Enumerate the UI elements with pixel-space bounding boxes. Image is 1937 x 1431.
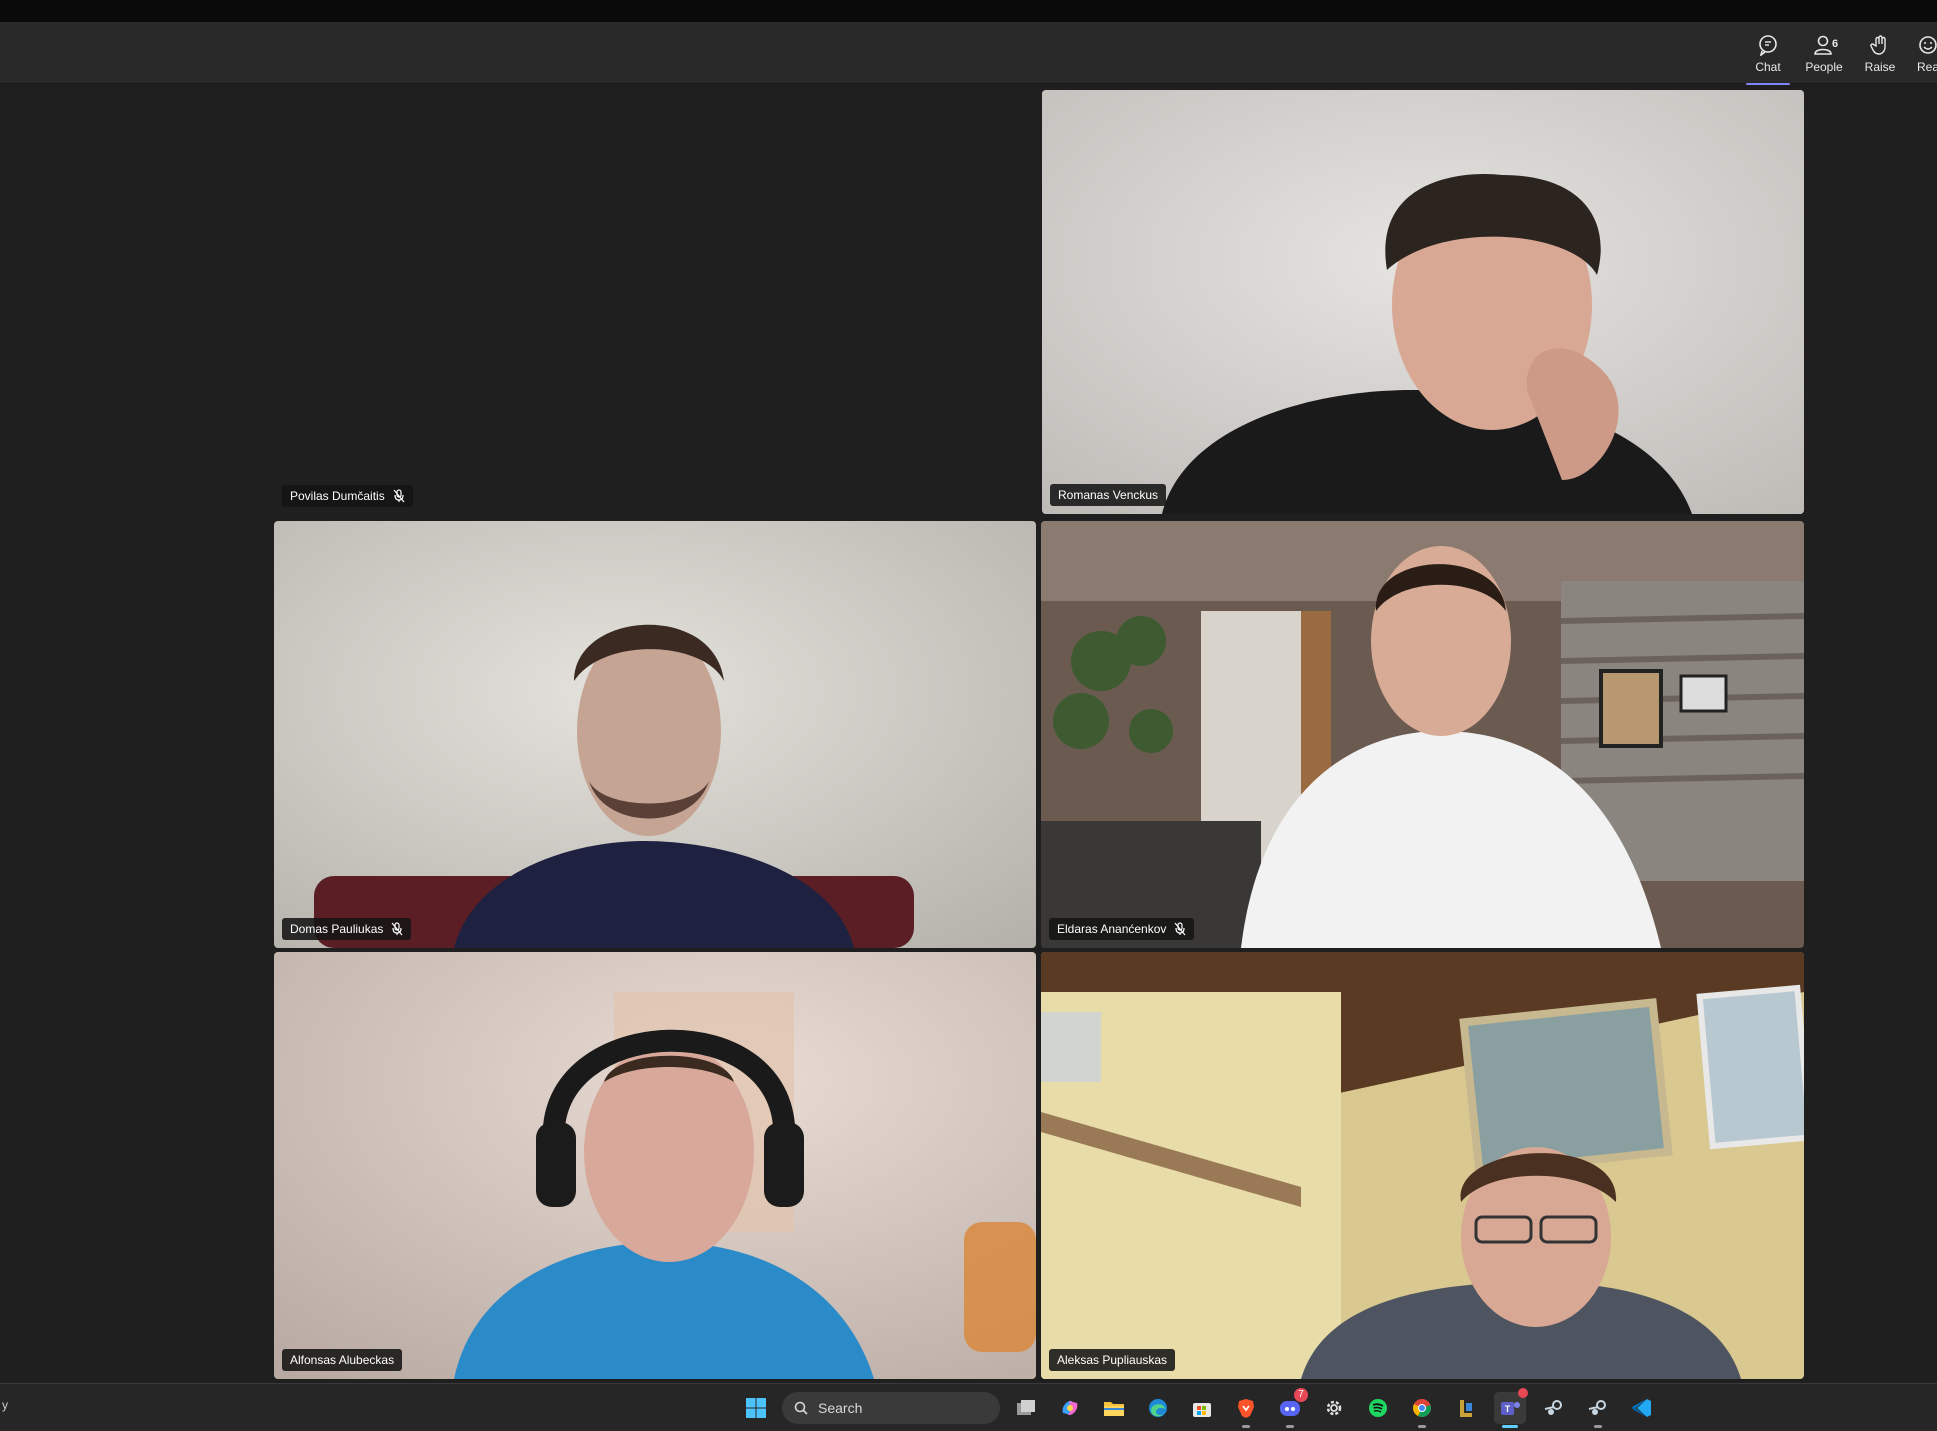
copilot-icon [1062,1400,1078,1416]
raise-label: Raise [1864,60,1896,74]
react-button[interactable]: Rea [1908,32,1937,82]
video-feed [1041,521,1804,948]
task-view-icon [1017,1400,1035,1415]
steam-button[interactable] [1538,1392,1570,1424]
brave-icon [1238,1399,1254,1418]
spotify-button[interactable] [1362,1392,1394,1424]
mic-off-icon [1174,922,1186,936]
discord-button[interactable]: 7 [1274,1388,1308,1428]
windows-taskbar: y Search 7 T [0,1383,1937,1431]
window-top-strip [0,0,1937,22]
gear-icon [1326,1400,1342,1416]
participant-nameplate: Aleksas Pupliauskas [1049,1349,1176,1371]
participant-tile[interactable]: Alfonsas Alubeckas [274,952,1036,1379]
app-icon [1460,1400,1472,1417]
react-icon [1919,36,1937,54]
participant-tile-active[interactable]: Romanas Venckus [1042,90,1804,514]
participant-nameplate: Alfonsas Alubeckas [282,1349,403,1371]
folder-icon [1104,1402,1124,1416]
video-feed [1041,952,1804,1379]
search-placeholder: Search [818,1400,863,1416]
mic-off-icon [393,489,405,503]
participant-tile[interactable]: Aleksas Pupliauskas [1041,952,1804,1379]
taskbar-search[interactable]: Search [782,1392,1000,1424]
people-button[interactable]: 6 People [1796,32,1852,82]
start-button[interactable] [740,1392,772,1424]
svg-text:T: T [1505,1404,1511,1414]
chat-button[interactable]: Chat [1740,32,1796,86]
react-label: Rea [1916,60,1937,74]
taskbar-left-text: y [2,1398,8,1412]
edge-button[interactable] [1142,1392,1174,1424]
search-icon [794,1401,808,1415]
raise-hand-icon [1870,35,1886,55]
video-feed [274,521,1036,948]
steam-button[interactable] [1582,1392,1614,1428]
participant-name: Povilas Dumčaitis [290,489,385,503]
brave-button[interactable] [1230,1392,1262,1428]
store-button[interactable] [1186,1392,1218,1424]
participant-nameplate: Povilas Dumčaitis [282,485,413,507]
video-feed [1042,90,1804,514]
participant-name: Romanas Venckus [1058,488,1159,502]
meeting-toolbar: Chat 6 People Raise Rea [0,22,1937,86]
chat-label: Chat [1755,60,1781,74]
teams-notification-dot [1518,1388,1528,1398]
video-feed [274,952,1036,1379]
task-view-button[interactable] [1010,1392,1042,1424]
teams-button[interactable]: T [1494,1388,1528,1428]
participant-nameplate: Domas Pauliukas [282,918,412,940]
windows-logo-icon [746,1398,766,1418]
vscode-icon [1632,1399,1651,1417]
chrome-icon [1413,1399,1431,1417]
steam-icon [1588,1400,1606,1415]
mic-off-icon [391,922,403,936]
edge-icon [1149,1399,1167,1417]
participant-nameplate: Eldaras Ananćenkov [1049,918,1195,940]
participant-name: Alfonsas Alubeckas [290,1353,395,1367]
steam-icon [1544,1400,1562,1415]
discord-notification-badge: 7 [1294,1388,1308,1402]
settings-button[interactable] [1318,1392,1350,1424]
participant-tile[interactable]: Povilas Dumčaitis [274,91,1035,515]
teams-icon: T [1501,1402,1520,1415]
participant-name: Aleksas Pupliauskas [1057,1353,1168,1367]
participant-name: Domas Pauliukas [290,922,384,936]
participant-name: Eldaras Ananćenkov [1057,922,1167,936]
raise-hand-button[interactable]: Raise [1852,32,1908,82]
video-stage: Povilas Dumčaitis Romanas Venckus Domas … [0,85,1937,1383]
store-icon [1193,1403,1211,1417]
participant-tile[interactable]: Eldaras Ananćenkov [1041,521,1804,948]
participant-nameplate: Romanas Venckus [1050,484,1167,506]
copilot-button[interactable] [1054,1392,1086,1424]
file-explorer-button[interactable] [1098,1392,1130,1424]
app-button[interactable] [1450,1392,1482,1424]
people-count: 6 [1832,38,1839,50]
people-label: People [1805,60,1843,74]
spotify-icon [1369,1399,1387,1417]
chat-icon [1759,35,1777,56]
participant-tile[interactable]: Domas Pauliukas [274,521,1036,948]
vscode-button[interactable] [1626,1392,1658,1424]
chrome-button[interactable] [1406,1392,1438,1428]
